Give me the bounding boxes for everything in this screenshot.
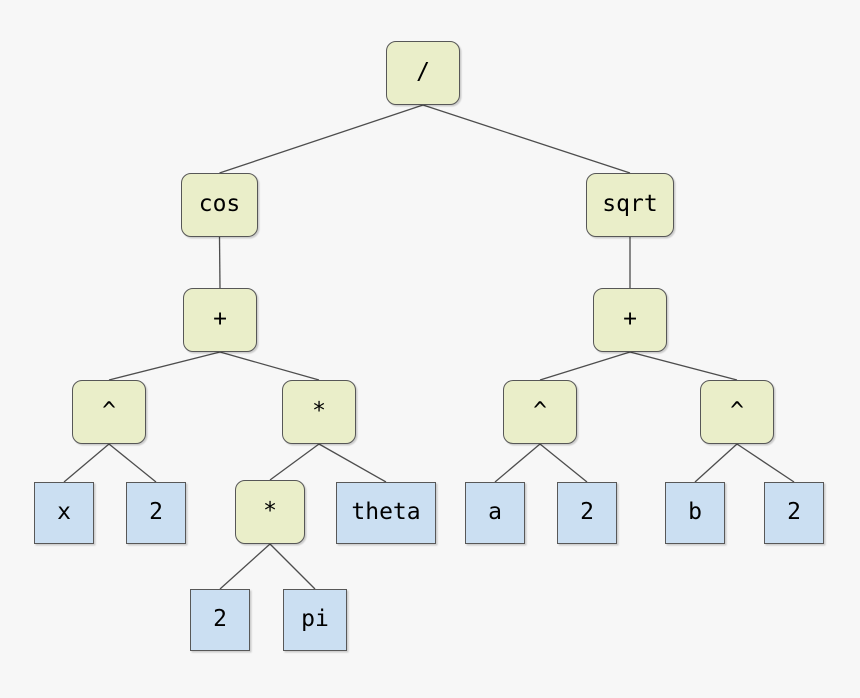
- node-label: sqrt: [602, 190, 658, 217]
- tree-edge: [219, 104, 424, 174]
- node-label: +: [213, 305, 227, 332]
- tree-edge: [108, 351, 221, 381]
- tree-edge: [539, 443, 588, 483]
- node-label: ^: [730, 397, 744, 424]
- node-label: 2: [213, 605, 227, 632]
- tree-edge: [494, 443, 541, 483]
- operand-node-n10[interactable]: 2: [126, 482, 186, 544]
- tree-edge: [269, 543, 316, 590]
- node-label: *: [263, 497, 277, 524]
- tree-edge: [694, 443, 738, 483]
- operator-node-n11[interactable]: *: [235, 480, 305, 544]
- tree-edge: [219, 351, 320, 381]
- operand-node-n16[interactable]: 2: [764, 482, 824, 544]
- node-label: /: [416, 58, 430, 85]
- node-label: *: [312, 397, 326, 424]
- operand-node-n12[interactable]: theta: [336, 482, 436, 544]
- operand-node-n9[interactable]: x: [34, 482, 94, 544]
- node-label: cos: [198, 190, 241, 217]
- tree-edge: [539, 351, 631, 381]
- operator-node-n8[interactable]: ^: [700, 380, 774, 444]
- tree-edge: [218, 236, 221, 289]
- operator-node-n3[interactable]: +: [183, 288, 257, 352]
- operand-node-n15[interactable]: b: [665, 482, 725, 544]
- tree-edge: [318, 443, 387, 483]
- tree-edge: [736, 443, 795, 483]
- operand-node-n13[interactable]: a: [465, 482, 525, 544]
- operator-node-n7[interactable]: ^: [503, 380, 577, 444]
- node-label: 2: [787, 498, 801, 525]
- node-label: 2: [580, 498, 594, 525]
- node-label: b: [688, 498, 702, 525]
- operand-node-n14[interactable]: 2: [557, 482, 617, 544]
- node-label: ^: [102, 397, 116, 424]
- operator-node-n5[interactable]: ^: [72, 380, 146, 444]
- node-label: 2: [149, 498, 163, 525]
- tree-edge: [108, 443, 157, 483]
- operator-node-n1[interactable]: cos: [181, 173, 258, 237]
- node-label: theta: [351, 498, 421, 525]
- node-label: x: [57, 498, 71, 525]
- expression-tree-canvas: / cos sqrt + + ^ * ^ ^ x 2 * theta a 2 b 2 2 pi: [0, 0, 860, 698]
- node-label: a: [488, 498, 502, 525]
- operand-node-n17[interactable]: 2: [190, 589, 250, 651]
- node-label: pi: [301, 605, 329, 632]
- operator-node-n0[interactable]: /: [386, 41, 460, 105]
- tree-edge: [422, 104, 631, 174]
- operator-node-n4[interactable]: +: [593, 288, 667, 352]
- tree-edge: [629, 351, 738, 381]
- tree-edge: [63, 443, 110, 483]
- operator-node-n6[interactable]: *: [282, 380, 356, 444]
- node-label: +: [623, 305, 637, 332]
- tree-edge: [269, 443, 320, 481]
- operator-node-n2[interactable]: sqrt: [586, 173, 674, 237]
- tree-edge: [219, 543, 271, 590]
- node-label: ^: [533, 397, 547, 424]
- operand-node-n18[interactable]: pi: [283, 589, 347, 651]
